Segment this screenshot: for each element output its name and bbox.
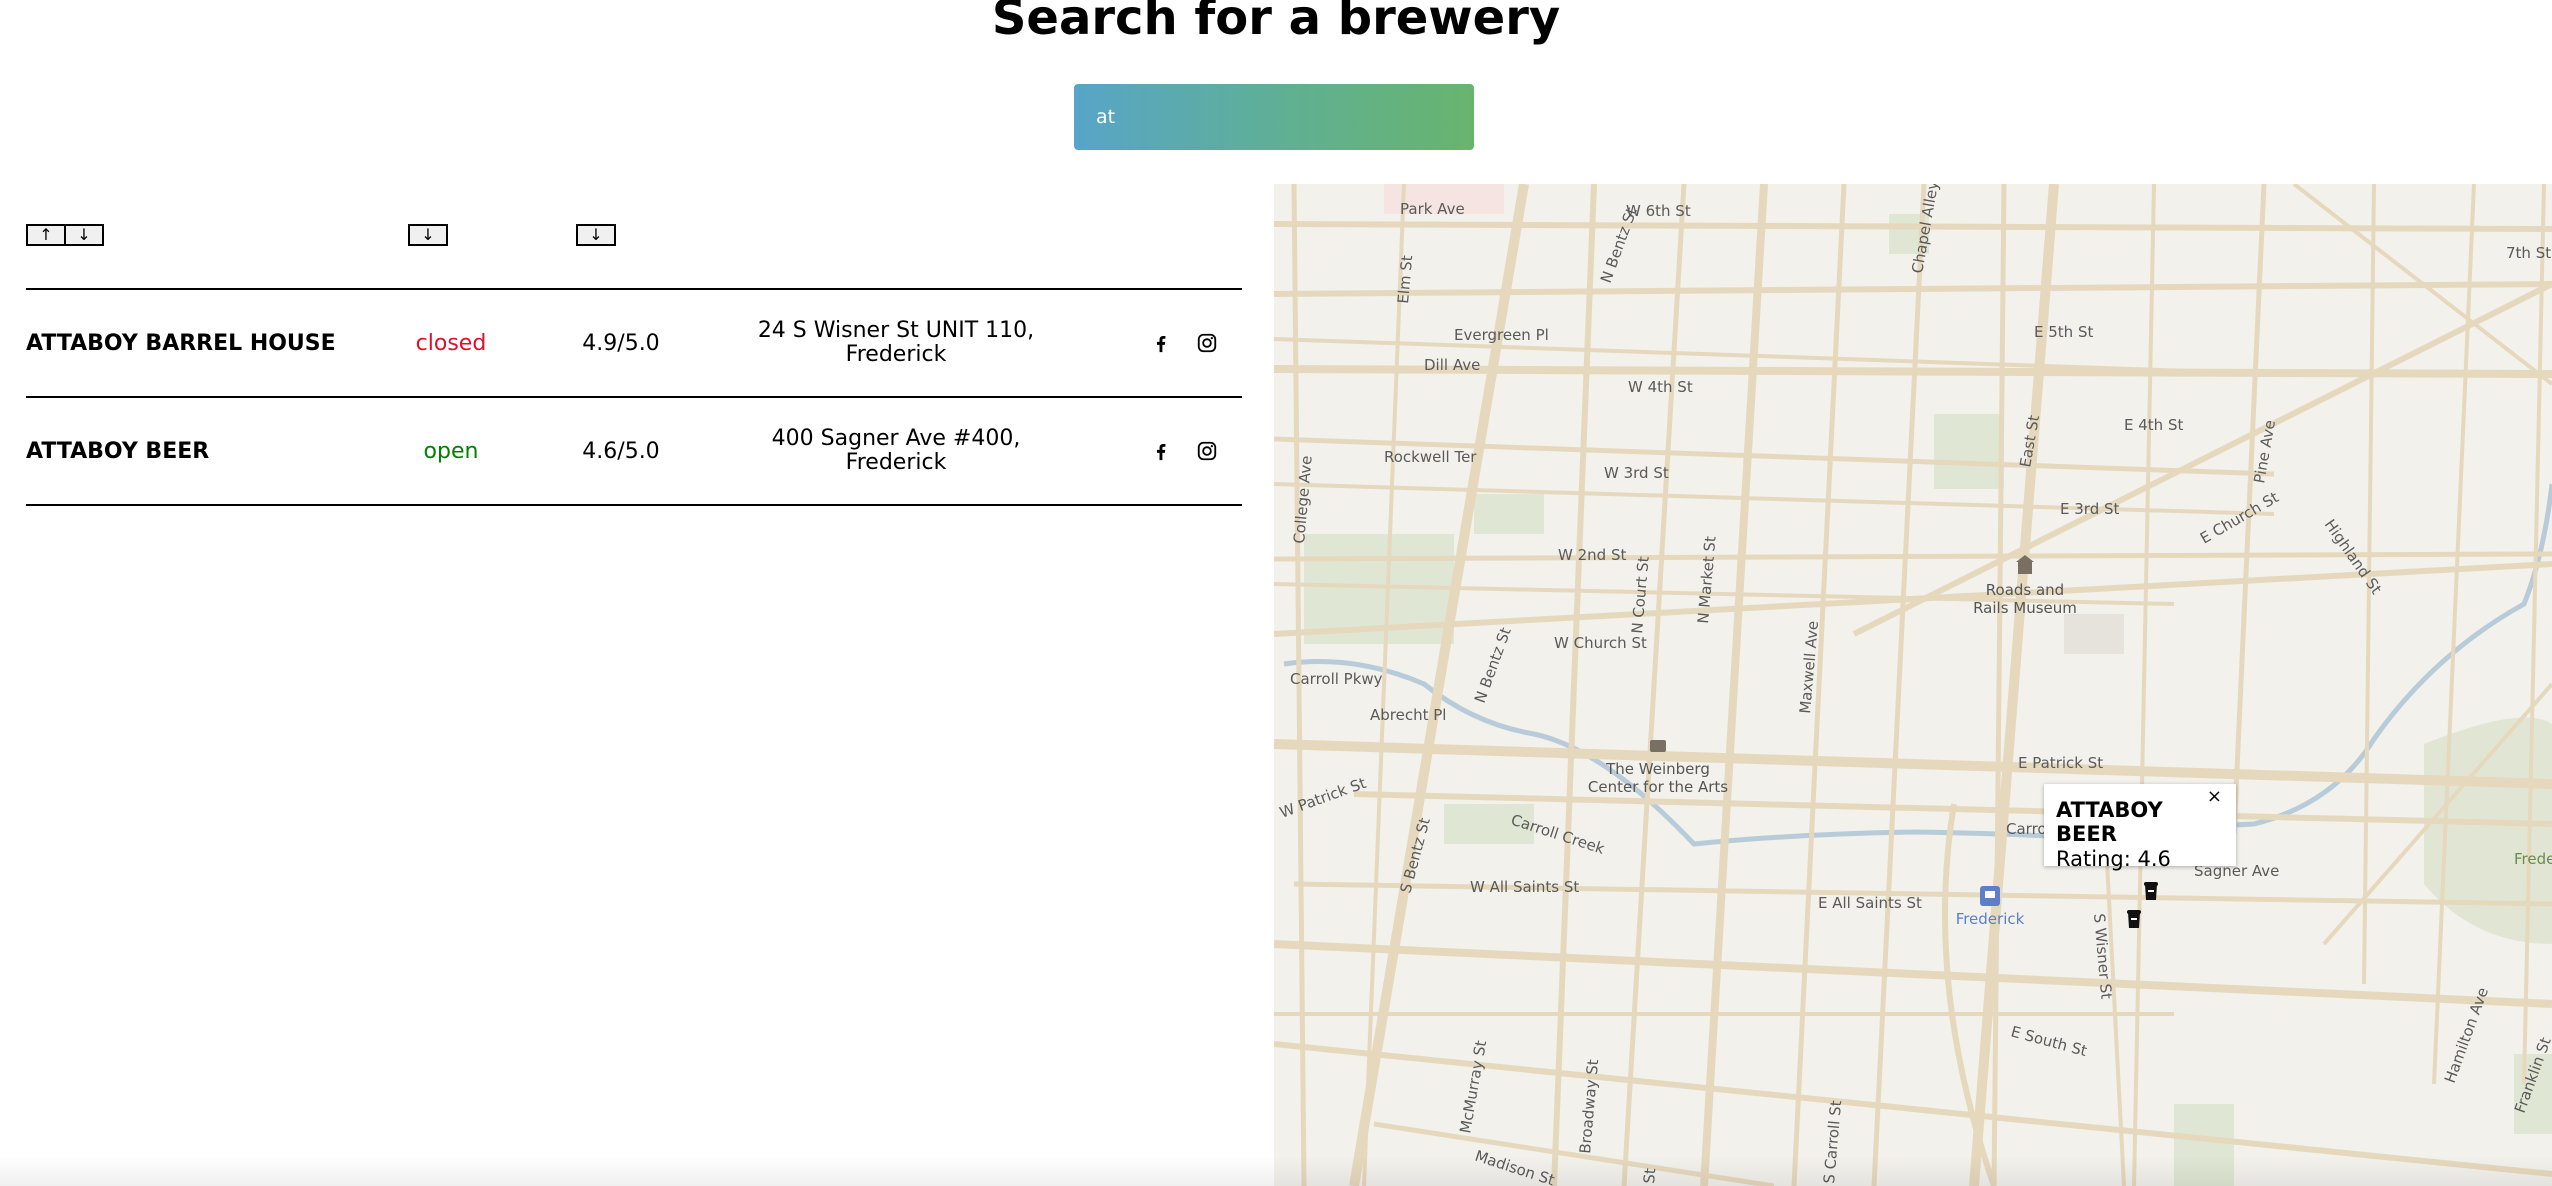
- instagram-icon[interactable]: [1196, 440, 1218, 462]
- street-label: E South St: [2009, 1022, 2089, 1060]
- address-city: Frederick: [845, 450, 947, 475]
- popup-rating: Rating: 4.6: [2056, 847, 2171, 871]
- train-station-icon: [1980, 886, 2000, 906]
- street-label: Park Ave: [1400, 200, 1465, 218]
- sort-name-asc-button[interactable]: ↑: [26, 224, 66, 246]
- street-label: W Patrick St: [1277, 774, 1368, 822]
- address-line: 24 S Wisner St UNIT 110,: [757, 318, 1035, 343]
- sort-rating-button[interactable]: ↓: [576, 224, 616, 246]
- street-label: E All Saints St: [1818, 894, 1922, 912]
- street-label: N Bentz St: [1471, 625, 1515, 705]
- street-label: W 2nd St: [1558, 546, 1626, 564]
- address-city: Frederick: [845, 342, 947, 367]
- facebook-icon[interactable]: [1150, 332, 1172, 354]
- street-label: Dill Ave: [1424, 356, 1480, 374]
- bottom-shadow: [0, 1156, 2552, 1186]
- street-label: Abrecht Pl: [1370, 706, 1446, 724]
- brewery-rating: 4.9/5.0: [582, 330, 660, 356]
- poi-label: Frederick: [2514, 850, 2552, 868]
- brewery-name: ATTABOY BARREL HOUSE: [26, 330, 336, 356]
- instagram-icon[interactable]: [1196, 332, 1218, 354]
- brewery-address: 400 Sagner Ave #400, Frederick: [696, 398, 1096, 504]
- street-label: 7th St: [2506, 244, 2551, 262]
- street-label: E Patrick St: [2018, 754, 2103, 772]
- brewery-name: ATTABOY BEER: [26, 438, 210, 464]
- brewery-status: closed: [415, 330, 487, 356]
- street-label: Elm St: [1394, 254, 1416, 304]
- street-label: N Court St: [1628, 556, 1653, 635]
- street-label: Rockwell Ter: [1384, 448, 1477, 466]
- brewery-list: ↑ ↓ ↓ ↓ ATTABOY BARREL HOUSE closed 4.9/…: [26, 160, 1242, 506]
- street-label: Evergreen Pl: [1454, 326, 1549, 344]
- sort-name-desc-button[interactable]: ↓: [64, 224, 104, 246]
- map-canvas[interactable]: Park Ave W 6th St Chapel Alley 7th St N …: [1274, 184, 2552, 1186]
- street-label: W 4th St: [1628, 378, 1693, 396]
- street-label: East St: [2016, 414, 2043, 469]
- close-icon[interactable]: ×: [2207, 786, 2222, 807]
- street-label: E Church St: [2197, 488, 2282, 547]
- beer-marker-icon[interactable]: [2124, 908, 2144, 932]
- sort-status-button[interactable]: ↓: [408, 224, 448, 246]
- poi-label: Center for the Arts: [1588, 778, 1728, 796]
- search-input[interactable]: [1074, 84, 1474, 150]
- brewery-row: ATTABOY BARREL HOUSE closed 4.9/5.0 24 S…: [26, 290, 1242, 398]
- street-label: W Church St: [1554, 634, 1647, 652]
- street-label: W 3rd St: [1604, 464, 1669, 482]
- poi-label: Roads and: [1986, 581, 2064, 599]
- street-label: College Ave: [1290, 455, 1316, 544]
- map-popup: × ATTABOY BEER Rating: 4.6: [2044, 784, 2236, 871]
- social-links: [1126, 398, 1242, 504]
- poi-label: Rails Museum: [1973, 599, 2077, 617]
- brewery-address: 24 S Wisner St UNIT 110, Frederick: [696, 290, 1096, 396]
- street-label: W All Saints St: [1470, 878, 1579, 896]
- theater-icon: [1650, 740, 1666, 752]
- beer-marker-icon[interactable]: [2141, 880, 2161, 904]
- street-label: S Bentz St: [1396, 816, 1433, 895]
- street-label: Carroll Pkwy: [1290, 670, 1383, 688]
- social-links: [1126, 290, 1242, 396]
- park-area: [1934, 414, 2004, 489]
- brewery-row: ATTABOY BEER open 4.6/5.0 400 Sagner Ave…: [26, 398, 1242, 506]
- street-label: E 4th St: [2124, 416, 2183, 434]
- street-label: N Bentz St: [1597, 205, 1641, 285]
- popup-title: ATTABOY BEER: [2056, 798, 2163, 846]
- poi-label: Frederick: [1956, 910, 2025, 928]
- page-title: Search for a brewery: [991, 0, 1561, 46]
- poi-label: The Weinberg: [1605, 760, 1710, 778]
- address-line: 400 Sagner Ave #400,: [771, 426, 1021, 451]
- map[interactable]: Park Ave W 6th St Chapel Alley 7th St N …: [1274, 184, 2552, 1186]
- street-label: E 3rd St: [2060, 500, 2120, 518]
- street-label: E 5th St: [2034, 323, 2093, 341]
- facebook-icon[interactable]: [1150, 440, 1172, 462]
- sort-controls: ↑ ↓ ↓ ↓: [26, 160, 1242, 290]
- brewery-status: open: [423, 438, 479, 464]
- park-area: [1474, 494, 1544, 534]
- creek: [1283, 483, 2552, 847]
- creek-label: Carro: [2006, 820, 2047, 838]
- brewery-rating: 4.6/5.0: [582, 438, 660, 464]
- street-label: McMurray St: [1456, 1039, 1490, 1135]
- building-area: [2064, 614, 2124, 654]
